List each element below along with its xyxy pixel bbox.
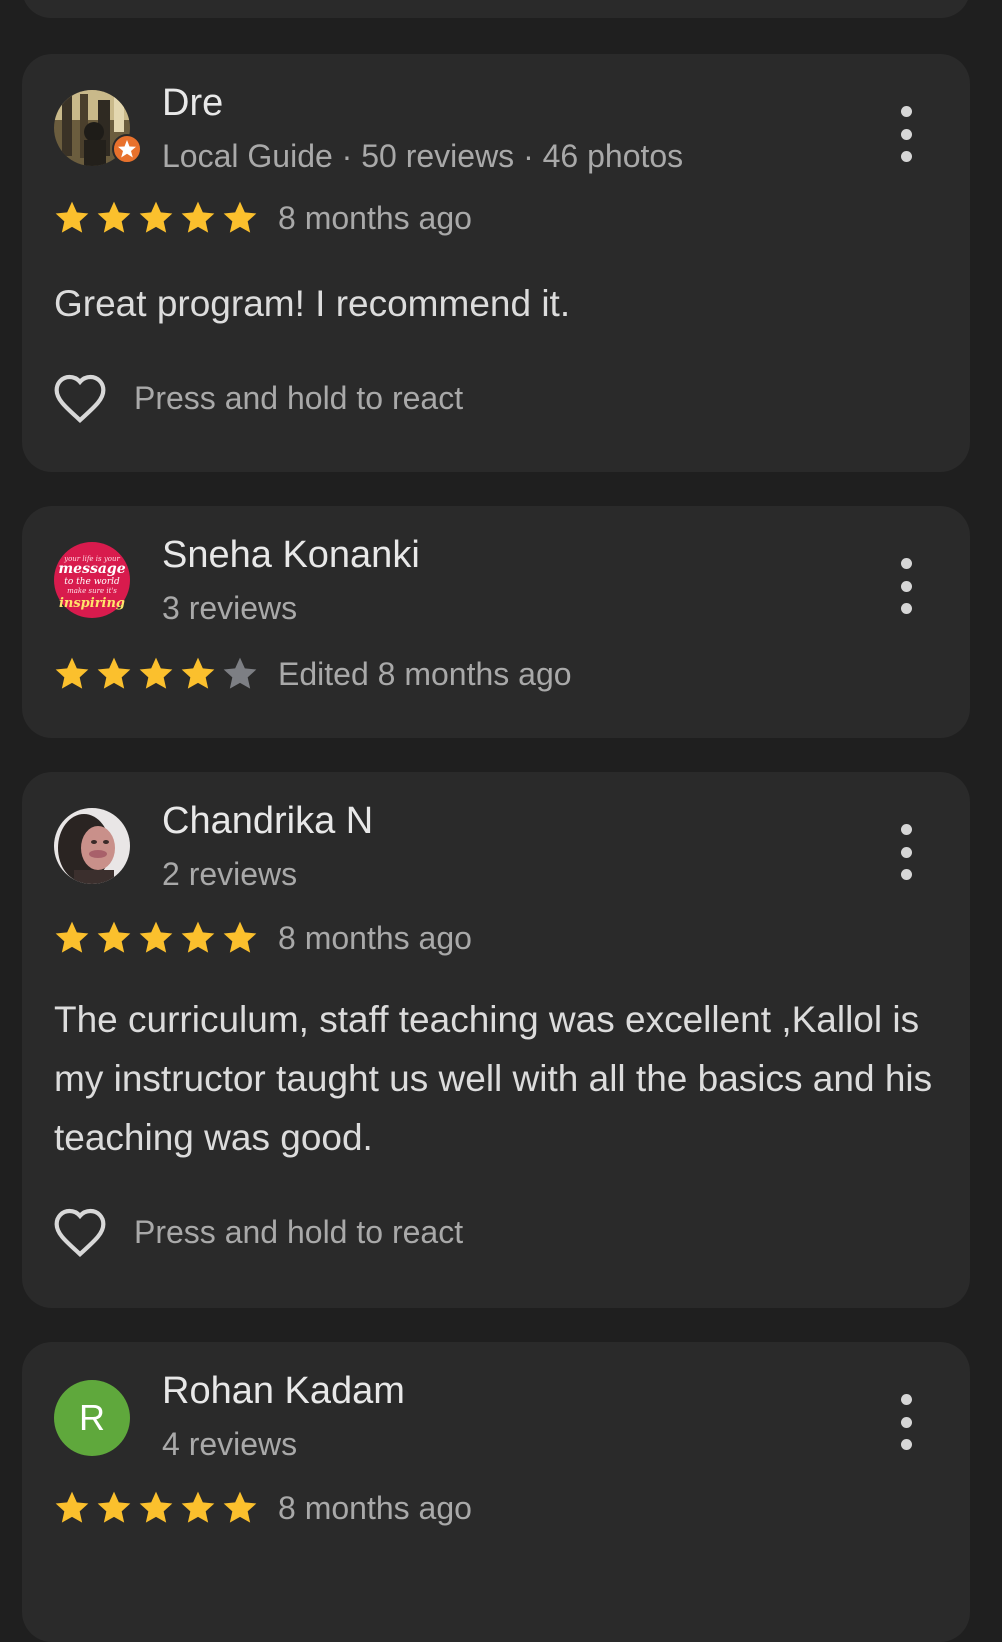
avatar-text-line: make sure it's bbox=[67, 587, 117, 595]
star-icon bbox=[97, 657, 131, 689]
review-card: Dre Local Guide · 50 reviews · 46 photos… bbox=[22, 54, 970, 472]
review-text: The curriculum, staff teaching was excel… bbox=[54, 999, 933, 1158]
review-time: Edited 8 months ago bbox=[278, 655, 572, 692]
review-card-partial bbox=[22, 0, 970, 18]
star-rating bbox=[52, 198, 260, 238]
more-options-button[interactable] bbox=[892, 106, 920, 162]
reviewer-name[interactable]: Rohan Kadam bbox=[162, 1370, 405, 1413]
more-options-button[interactable] bbox=[892, 824, 920, 880]
more-options-button[interactable] bbox=[892, 558, 920, 614]
star-icon bbox=[97, 921, 131, 953]
more-vert-icon-dot bbox=[900, 1394, 912, 1405]
more-vert-icon-dot bbox=[900, 580, 912, 592]
avatar-text-line: message bbox=[58, 561, 125, 577]
reviewer-meta: Local Guide · 50 reviews · 46 photos bbox=[162, 138, 684, 174]
rating-row: 8 months ago bbox=[52, 918, 472, 958]
star-icon bbox=[55, 201, 89, 233]
review-card: R Rohan Kadam 4 reviews 8 months ago bbox=[22, 1342, 970, 1642]
more-options-button[interactable] bbox=[892, 1394, 920, 1450]
heart-outline-icon bbox=[54, 1208, 106, 1258]
reviewer-avatar[interactable]: R bbox=[54, 1380, 130, 1456]
star-icon bbox=[181, 1491, 215, 1523]
star-icon bbox=[97, 1491, 131, 1523]
rating-row: 8 months ago bbox=[52, 1488, 472, 1528]
review-card: your life is your message to the world m… bbox=[22, 506, 970, 738]
star-icon bbox=[223, 657, 257, 689]
more-vert-icon-dot bbox=[900, 128, 912, 140]
more-vert-icon-dot bbox=[900, 1416, 912, 1428]
review-time: 8 months ago bbox=[278, 1489, 472, 1526]
reviewer-meta: 2 reviews bbox=[162, 856, 298, 892]
review-time: 8 months ago bbox=[278, 199, 472, 236]
avatar-letter: R bbox=[79, 1397, 105, 1438]
star-rating bbox=[52, 654, 260, 694]
reviewer-meta: 3 reviews bbox=[162, 590, 298, 626]
react-button[interactable]: Press and hold to react bbox=[52, 372, 463, 424]
portrait-photo-avatar-icon bbox=[54, 808, 130, 884]
more-vert-icon-dot bbox=[900, 869, 912, 880]
star-icon bbox=[55, 921, 89, 953]
letter-avatar-icon: R bbox=[54, 1380, 130, 1456]
react-label: Press and hold to react bbox=[134, 379, 464, 416]
review-time: 8 months ago bbox=[278, 919, 472, 956]
react-button[interactable]: Press and hold to react bbox=[52, 1206, 463, 1258]
rating-row: Edited 8 months ago bbox=[52, 654, 572, 694]
more-vert-icon-dot bbox=[900, 846, 912, 858]
more-vert-icon-dot bbox=[900, 1439, 912, 1450]
react-label: Press and hold to react bbox=[134, 1213, 464, 1250]
star-icon bbox=[139, 657, 173, 689]
reviewer-name[interactable]: Sneha Konanki bbox=[162, 534, 420, 577]
review-text: Great program! I recommend it. bbox=[54, 283, 571, 324]
star-icon bbox=[181, 201, 215, 233]
rating-row: 8 months ago bbox=[52, 198, 472, 238]
reviewer-avatar[interactable]: your life is your message to the world m… bbox=[54, 542, 130, 618]
star-icon bbox=[181, 921, 215, 953]
more-vert-icon-dot bbox=[900, 824, 912, 835]
local-guide-badge-icon bbox=[112, 134, 142, 164]
star-rating bbox=[52, 1488, 260, 1528]
star-icon bbox=[223, 201, 257, 233]
reviewer-name[interactable]: Dre bbox=[162, 82, 223, 125]
heart-outline-icon bbox=[54, 374, 106, 424]
reviewer-meta: 4 reviews bbox=[162, 1426, 298, 1462]
star-icon bbox=[139, 1491, 173, 1523]
more-vert-icon-dot bbox=[900, 558, 912, 569]
reviewer-avatar[interactable] bbox=[54, 808, 130, 884]
star-icon bbox=[55, 1491, 89, 1523]
reviewer-name[interactable]: Chandrika N bbox=[162, 800, 373, 843]
avatar-text-line: to the world bbox=[64, 577, 120, 587]
review-card: Chandrika N 2 reviews 8 months ago The c… bbox=[22, 772, 970, 1308]
more-vert-icon-dot bbox=[900, 151, 912, 162]
star-icon bbox=[139, 201, 173, 233]
star-icon bbox=[97, 201, 131, 233]
star-icon bbox=[181, 657, 215, 689]
star-icon bbox=[55, 657, 89, 689]
star-rating bbox=[52, 918, 260, 958]
star-icon bbox=[139, 921, 173, 953]
avatar-text-line: inspiring bbox=[59, 596, 125, 611]
more-vert-icon-dot bbox=[900, 106, 912, 117]
reviewer-avatar[interactable] bbox=[54, 90, 142, 166]
star-icon bbox=[223, 1491, 257, 1523]
more-vert-icon-dot bbox=[900, 603, 912, 614]
star-icon bbox=[223, 921, 257, 953]
pink-quote-avatar-icon: your life is your message to the world m… bbox=[54, 542, 130, 618]
